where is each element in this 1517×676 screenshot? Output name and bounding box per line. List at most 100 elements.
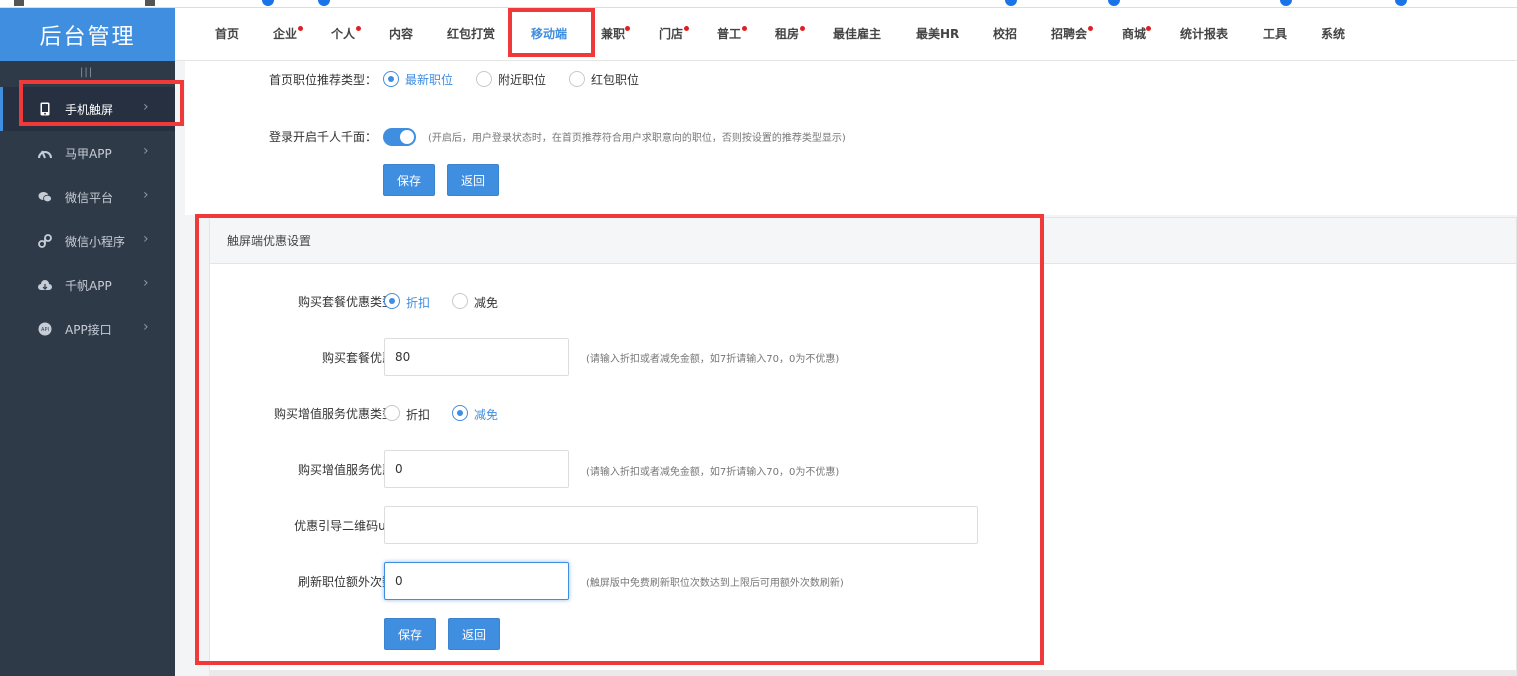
bookmark-icon <box>318 0 330 6</box>
sidebar-collapse-handle[interactable]: ||| <box>80 67 93 78</box>
personalize-hint: (开启后，用户登录状态时，在首页推荐符合用户求职意向的职位，否则按设置的推荐类型… <box>428 133 846 144</box>
service-discount-input[interactable]: 0 <box>384 450 569 488</box>
bookmark-icon <box>1395 0 1407 6</box>
sidebar-item-qianfan-app[interactable]: 千帆APP › <box>0 263 175 307</box>
sidebar-item-mobile-touch[interactable]: 手机触屏 › <box>0 87 175 131</box>
bookmark-icon <box>262 0 274 6</box>
notification-dot <box>625 26 630 31</box>
back-button[interactable]: 返回 <box>448 618 500 650</box>
nav-red-packet[interactable]: 红包打赏 <box>447 8 495 61</box>
notification-dot <box>1088 26 1093 31</box>
radio-label-red-packet-jobs: 红包职位 <box>591 73 640 87</box>
radio-label-package-reduction: 减免 <box>474 296 499 310</box>
radio-label-package-discount: 折扣 <box>406 296 431 310</box>
browser-toolbar-strip <box>0 0 1517 8</box>
refresh-count-input[interactable]: 0 <box>384 562 569 600</box>
radio-label-nearby-jobs: 附近职位 <box>498 73 547 87</box>
touch-discount-panel: 触屏端优惠设置 购买套餐优惠类型: 折扣 减免 购买套餐优惠: 80 (请输入折… <box>209 217 1517 676</box>
nav-mobile[interactable]: 移动端 <box>531 8 567 61</box>
sidebar-item-app-api[interactable]: API APP接口 › <box>0 307 175 351</box>
sidebar-item-label: 微信小程序 <box>65 235 126 249</box>
notification-dot <box>684 26 689 31</box>
sidebar-item-label: 千帆APP <box>65 279 112 293</box>
bookmark-icon <box>1280 0 1292 6</box>
phone-icon <box>38 102 52 116</box>
radio-package-discount[interactable] <box>384 293 400 309</box>
svg-text:API: API <box>41 327 49 333</box>
nav-job-fair[interactable]: 招聘会 <box>1051 8 1087 61</box>
notification-dot <box>298 26 303 31</box>
nav-best-hr[interactable]: 最美HR <box>916 8 959 61</box>
qrcode-url-input[interactable] <box>384 506 978 544</box>
panel-bottom-edge <box>209 670 1517 676</box>
cloud-icon <box>38 278 52 292</box>
nav-home[interactable]: 首页 <box>215 8 239 61</box>
sidebar-item-label: APP接口 <box>65 323 112 337</box>
active-indicator <box>0 87 3 131</box>
notification-dot <box>800 26 805 31</box>
chevron-right-icon: › <box>143 275 149 291</box>
nav-system[interactable]: 系统 <box>1321 8 1345 61</box>
sidebar-item-wechat[interactable]: 微信平台 › <box>0 175 175 219</box>
mini-program-icon <box>38 234 52 248</box>
radio-label-service-discount: 折扣 <box>406 408 431 422</box>
notification-dot <box>742 26 747 31</box>
save-button[interactable]: 保存 <box>384 618 436 650</box>
chevron-right-icon: › <box>143 143 149 159</box>
radio-label-latest-jobs: 最新职位 <box>405 73 454 87</box>
radio-nearby-jobs[interactable] <box>476 71 492 87</box>
radio-red-packet-jobs[interactable] <box>569 71 585 87</box>
nav-content[interactable]: 内容 <box>389 8 413 61</box>
chevron-right-icon: › <box>143 187 149 203</box>
sidebar: ||| 手机触屏 › 马甲APP › 微信平台 › 微信小程序 › 千帆APP <box>0 61 175 676</box>
bookmark-icon <box>1005 0 1017 6</box>
personalize-label: 登录开启千人千面： <box>268 130 377 144</box>
back-button[interactable]: 返回 <box>447 164 499 196</box>
service-discount-hint: (请输入折扣或者减免金额，如7折请输入70，0为不优惠) <box>586 467 840 478</box>
radio-service-reduction[interactable] <box>452 405 468 421</box>
save-button[interactable]: 保存 <box>383 164 435 196</box>
radio-label-service-reduction: 减免 <box>474 408 499 422</box>
radio-package-reduction[interactable] <box>452 293 468 309</box>
main-content: 首页职位推荐类型： 最新职位 附近职位 红包职位 登录开启千人千面： (开启后，… <box>175 61 1517 676</box>
chevron-right-icon: › <box>143 99 149 115</box>
notification-dot <box>356 26 361 31</box>
bookmark-icon <box>1108 0 1120 6</box>
app-logo[interactable]: 后台管理 <box>0 8 175 61</box>
chevron-right-icon: › <box>143 231 149 247</box>
radio-service-discount[interactable] <box>384 405 400 421</box>
nav-rental[interactable]: 租房 <box>775 8 799 61</box>
nav-enterprise[interactable]: 企业 <box>273 8 297 61</box>
api-icon: API <box>38 322 52 336</box>
speedometer-icon <box>38 146 52 160</box>
sidebar-item-label: 手机触屏 <box>65 103 114 117</box>
section-title: 触屏端优惠设置 <box>210 218 1516 264</box>
package-type-label: 购买套餐优惠类型: <box>297 295 398 309</box>
package-discount-hint: (请输入折扣或者减免金额，如7折请输入70，0为不优惠) <box>586 354 840 365</box>
nav-best-employer[interactable]: 最佳雇主 <box>833 8 881 61</box>
nav-campus[interactable]: 校招 <box>993 8 1017 61</box>
radio-latest-jobs[interactable] <box>383 71 399 87</box>
sidebar-item-majia-app[interactable]: 马甲APP › <box>0 131 175 175</box>
sidebar-item-label: 马甲APP <box>65 147 112 161</box>
sidebar-item-label: 微信平台 <box>65 191 114 205</box>
refresh-count-hint: (触屏版中免费刷新职位次数达到上限后可用额外次数刷新) <box>586 578 844 589</box>
personalize-toggle[interactable] <box>383 128 416 146</box>
nav-part-time[interactable]: 兼职 <box>601 8 625 61</box>
service-type-label: 购买增值服务优惠类型: <box>273 407 398 421</box>
service-discount-label: 购买增值服务优惠: <box>297 463 398 477</box>
wechat-icon <box>38 190 52 204</box>
package-discount-input[interactable]: 80 <box>384 338 569 376</box>
browser-icon <box>145 0 155 6</box>
nav-mall[interactable]: 商城 <box>1122 8 1146 61</box>
nav-statistics[interactable]: 统计报表 <box>1180 8 1228 61</box>
nav-tools[interactable]: 工具 <box>1263 8 1287 61</box>
home-settings-panel: 首页职位推荐类型： 最新职位 附近职位 红包职位 登录开启千人千面： (开启后，… <box>185 61 1517 215</box>
browser-icon <box>14 0 24 6</box>
nav-store[interactable]: 门店 <box>659 8 683 61</box>
nav-worker[interactable]: 普工 <box>717 8 741 61</box>
sidebar-item-mini-program[interactable]: 微信小程序 › <box>0 219 175 263</box>
notification-dot <box>1146 26 1151 31</box>
top-navigation: 首页 企业 个人 内容 红包打赏 移动端 兼职 门店 普工 租房 最佳雇主 最美… <box>175 8 1517 61</box>
nav-personal[interactable]: 个人 <box>331 8 355 61</box>
